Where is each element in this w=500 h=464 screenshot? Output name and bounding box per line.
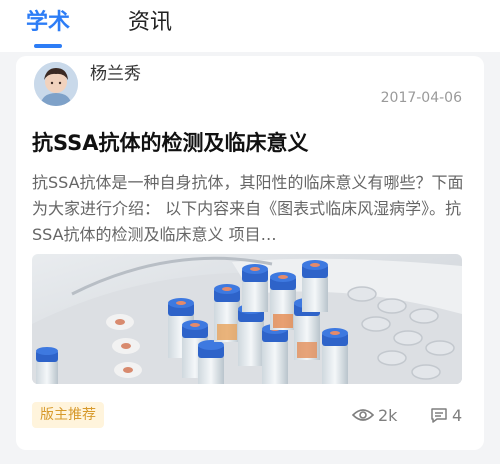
comments-stat[interactable]: 4 <box>430 404 462 426</box>
tab-academic[interactable]: 学术 <box>26 8 70 38</box>
avatar[interactable] <box>34 62 78 106</box>
post-image[interactable] <box>32 254 462 384</box>
top-tab-bar: 学术 资讯 <box>0 0 500 52</box>
views-count: 2k <box>378 405 398 425</box>
views-stat: 2k <box>352 404 397 426</box>
post-date: 2017-04-06 <box>380 90 462 106</box>
moderator-pick-badge: 版主推荐 <box>32 402 104 428</box>
active-tab-indicator <box>34 44 62 48</box>
tab-news[interactable]: 资讯 <box>128 8 172 38</box>
post-summary[interactable]: 抗SSA抗体是一种自身抗体，其阳性的临床意义有哪些？下面为大家进行介绍： 以下内… <box>32 170 468 248</box>
author-name[interactable]: 杨兰秀 <box>90 62 141 86</box>
comments-count: 4 <box>452 405 463 425</box>
post-title[interactable]: 抗SSA抗体的检测及临床意义 <box>32 128 472 158</box>
comment-icon <box>431 408 447 423</box>
post-card[interactable]: 杨兰秀 2017-04-06 抗SSA抗体的检测及临床意义 抗SSA抗体是一种自… <box>16 56 484 450</box>
eye-icon <box>352 409 374 421</box>
